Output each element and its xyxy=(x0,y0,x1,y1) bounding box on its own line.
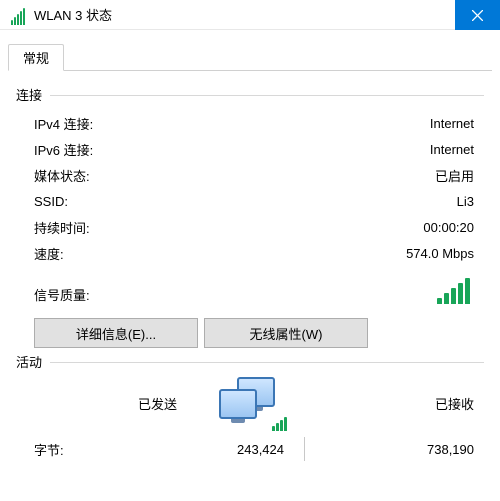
signal-quality-label: 信号质量: xyxy=(34,285,90,304)
network-activity-monitors-icon xyxy=(215,377,285,429)
ipv4-value: Internet xyxy=(430,116,474,131)
details-button[interactable]: 详细信息(E)... xyxy=(34,318,198,348)
details-button-label: 详细信息(E)... xyxy=(76,327,156,342)
activity-sent-label: 已发送 xyxy=(16,394,195,413)
signal-strength-icon xyxy=(8,5,28,25)
tab-panel-general: 连接 IPv4 连接: Internet IPv6 连接: Internet 媒… xyxy=(8,71,492,461)
activity-bytes-label: 字节: xyxy=(34,440,134,459)
duration-value: 00:00:20 xyxy=(423,220,474,235)
tab-general-label: 常规 xyxy=(23,48,49,67)
tab-general[interactable]: 常规 xyxy=(8,44,64,71)
activity-bytes-sent-value: 243,424 xyxy=(134,442,290,457)
titlebar: WLAN 3 状态 xyxy=(0,0,500,30)
wireless-properties-button[interactable]: 无线属性(W) xyxy=(204,318,368,348)
speed-label: 速度: xyxy=(34,244,64,263)
activity-group-title: 活动 xyxy=(16,352,42,371)
connection-group-title: 连接 xyxy=(16,85,42,104)
window-title: WLAN 3 状态 xyxy=(34,5,112,24)
activity-received-label: 已接收 xyxy=(305,394,484,413)
activity-bytes-received-value: 738,190 xyxy=(318,442,474,457)
activity-bytes-row: 字节: 243,424 738,190 xyxy=(16,431,484,461)
duration-label: 持续时间: xyxy=(34,218,90,237)
ipv6-value: Internet xyxy=(430,142,474,157)
close-button[interactable] xyxy=(455,0,500,30)
divider xyxy=(304,437,305,461)
wireless-properties-button-label: 无线属性(W) xyxy=(250,327,323,342)
ssid-value: Li3 xyxy=(457,194,474,209)
client-area: 常规 连接 IPv4 连接: Internet IPv6 连接: Interne… xyxy=(0,30,500,469)
signal-quality-icon xyxy=(437,278,470,304)
divider xyxy=(50,95,484,96)
speed-value: 574.0 Mbps xyxy=(406,246,474,261)
tabstrip: 常规 xyxy=(8,44,492,71)
ipv4-label: IPv4 连接: xyxy=(34,114,93,133)
divider xyxy=(50,362,484,363)
media-state-label: 媒体状态: xyxy=(34,166,90,185)
media-state-value: 已启用 xyxy=(435,166,474,185)
activity-group: 活动 已发送 已 xyxy=(16,352,484,461)
connection-group: 连接 IPv4 连接: Internet IPv6 连接: Internet 媒… xyxy=(16,85,484,348)
ipv6-label: IPv6 连接: xyxy=(34,140,93,159)
ssid-label: SSID: xyxy=(34,194,68,209)
close-icon xyxy=(472,10,483,21)
